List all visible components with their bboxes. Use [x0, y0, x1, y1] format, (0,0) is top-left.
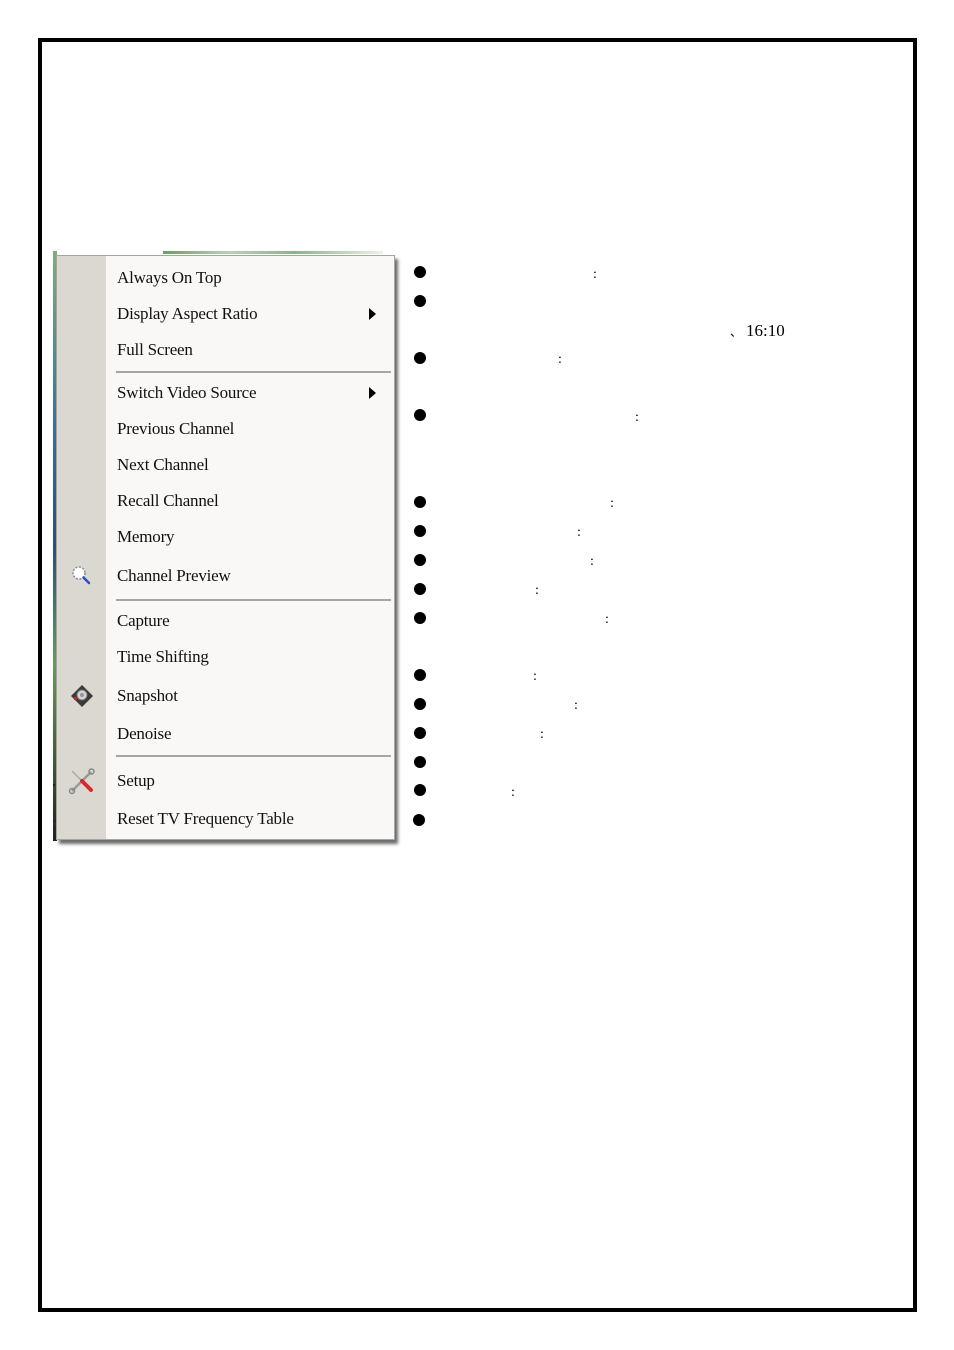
menu-item-label: Denoise [117, 724, 172, 743]
bullet [414, 295, 426, 307]
menu-item-label: Full Screen [117, 340, 193, 359]
menu-item-always-on-top[interactable]: Always On Top [57, 261, 394, 295]
menu-item-display-aspect-ratio[interactable]: Display Aspect Ratio [57, 297, 394, 331]
bullet [414, 409, 426, 421]
menu-item-label: Display Aspect Ratio [117, 304, 258, 323]
menu-item-label: Channel Preview [117, 566, 231, 585]
magnifier-icon [67, 561, 97, 591]
aspect-ratio-value: 16:10 [746, 321, 785, 340]
menu-item-label: Switch Video Source [117, 383, 257, 402]
menu-item-channel-preview[interactable]: Channel Preview [57, 556, 394, 596]
enumeration-mark: 、 [730, 325, 743, 339]
menu-item-denoise[interactable]: Denoise [57, 717, 394, 751]
menu-separator [116, 755, 391, 757]
context-menu-screenshot: Always On Top Display Aspect Ratio Full … [53, 251, 399, 848]
menu-item-previous-channel[interactable]: Previous Channel [57, 412, 394, 446]
stray-dot [53, 784, 55, 786]
bullet [413, 814, 425, 826]
bullet [414, 525, 426, 537]
menu-item-label: Setup [117, 771, 155, 790]
stray-dot [53, 820, 55, 822]
colon-mark: : [593, 267, 597, 282]
colon-mark: : [635, 410, 639, 425]
colon-mark: : [558, 352, 562, 367]
menu-separator [116, 599, 391, 601]
bullet [414, 756, 426, 768]
stray-dot [53, 827, 55, 829]
bullet [414, 698, 426, 710]
camera-icon [67, 681, 97, 711]
menu-item-label: Capture [117, 611, 170, 630]
menu-item-label: Previous Channel [117, 419, 235, 438]
menu-separator [116, 371, 391, 373]
menu-item-label: Recall Channel [117, 491, 219, 510]
bullet [414, 727, 426, 739]
menu-item-snapshot[interactable]: Snapshot [57, 676, 394, 716]
colon-mark: : [605, 612, 609, 627]
tools-icon [67, 766, 97, 796]
menu-item-label: Always On Top [117, 268, 222, 287]
menu-item-switch-video-source[interactable]: Switch Video Source [57, 376, 394, 410]
menu-item-reset-tv-frequency-table[interactable]: Reset TV Frequency Table [57, 802, 394, 836]
colon-mark: : [540, 727, 544, 742]
menu-item-label: Next Channel [117, 455, 209, 474]
colon-mark: : [577, 525, 581, 540]
menu-item-capture[interactable]: Capture [57, 604, 394, 638]
menu-item-time-shifting[interactable]: Time Shifting [57, 640, 394, 674]
submenu-arrow-icon [369, 308, 376, 320]
menu-item-memory[interactable]: Memory [57, 520, 394, 554]
submenu-arrow-icon [369, 387, 376, 399]
menu-item-next-channel[interactable]: Next Channel [57, 448, 394, 482]
bullet [414, 496, 426, 508]
menu-item-label: Reset TV Frequency Table [117, 809, 294, 828]
colon-mark: : [511, 785, 515, 800]
video-window-edge-top [163, 251, 383, 254]
aspect-ratio-note: 、 16:10 [730, 321, 785, 341]
menu-item-recall-channel[interactable]: Recall Channel [57, 484, 394, 518]
bullet [414, 612, 426, 624]
bullet [414, 583, 426, 595]
colon-mark: : [574, 698, 578, 713]
menu-item-full-screen[interactable]: Full Screen [57, 333, 394, 367]
bullet [414, 554, 426, 566]
bullet [414, 784, 426, 796]
menu-item-label: Snapshot [117, 686, 178, 705]
colon-mark: : [590, 554, 594, 569]
menu-item-setup[interactable]: Setup [57, 761, 394, 801]
colon-mark: : [535, 583, 539, 598]
menu-item-label: Time Shifting [117, 647, 209, 666]
menu-item-label: Memory [117, 527, 175, 546]
bullet [414, 352, 426, 364]
context-menu: Always On Top Display Aspect Ratio Full … [56, 255, 395, 840]
colon-mark: : [610, 496, 614, 511]
bullet [414, 669, 426, 681]
bullet [414, 266, 426, 278]
colon-mark: : [533, 669, 537, 684]
